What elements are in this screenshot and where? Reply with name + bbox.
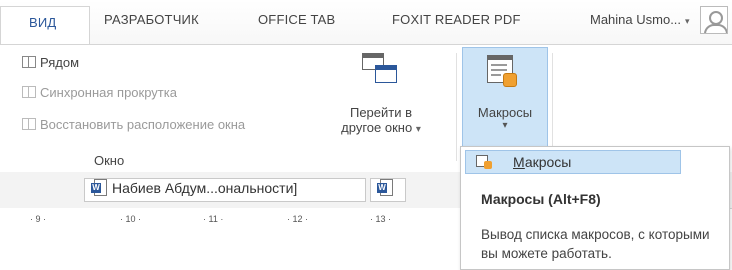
ribbon-tab-bar: ВИД РАЗРАБОТЧИК OFFICE TAB FOXIT READER … <box>0 0 732 44</box>
word-document-icon: W <box>377 179 393 197</box>
switch-windows-label-2: другое окно ▾ <box>341 120 421 135</box>
side-by-side-button[interactable]: Рядом <box>22 55 79 70</box>
macros-icon <box>476 155 492 169</box>
user-name: Mahina Usmo... <box>590 12 682 27</box>
reset-window-label: Восстановить расположение окна <box>40 117 246 132</box>
document-tab-title: Набиев Абдум...ональности] <box>112 180 298 196</box>
macros-button-label: Макросы ▾ <box>462 105 548 131</box>
word-document-icon: W <box>91 179 107 197</box>
tab-developer[interactable]: РАЗРАБОТЧИК <box>104 12 199 27</box>
tab-foxit-reader-pdf[interactable]: FOXIT READER PDF <box>392 12 521 27</box>
avatar[interactable] <box>700 6 728 34</box>
ruler-mark: · 13 · <box>370 214 392 224</box>
macros-dropdown-menu: Макросы Макросы (Alt+F8) Вывод списка ма… <box>460 146 730 270</box>
ruler-mark: · 11 · <box>203 214 224 224</box>
tooltip-description: Вывод списка макросов, с которыми вы мож… <box>481 227 710 261</box>
menu-item-view-macros[interactable]: Макросы <box>465 150 681 174</box>
sync-scroll-icon <box>22 86 36 98</box>
tab-office-tab[interactable]: OFFICE TAB <box>258 12 335 27</box>
tooltip-title: Макросы (Alt+F8) <box>481 191 601 207</box>
ruler-mark: · 12 · <box>287 214 309 224</box>
horizontal-ruler[interactable]: · 9 · · 10 · · 11 · · 12 · · 13 · <box>0 208 460 238</box>
chevron-down-icon: ▾ <box>415 124 421 135</box>
switch-windows-label-1: Перейти в <box>349 105 413 120</box>
ruler-mark: · 10 · <box>120 214 142 224</box>
side-by-side-label: Рядом <box>40 55 80 70</box>
chevron-down-icon: ▾ <box>502 120 508 131</box>
group-divider <box>456 53 457 161</box>
sync-scroll-button[interactable]: Синхронная прокрутка <box>22 85 177 100</box>
group-label-window: Окно <box>94 153 125 168</box>
sync-scroll-label: Синхронная прокрутка <box>40 85 177 100</box>
tab-view-label: ВИД <box>29 15 57 30</box>
reset-window-icon <box>22 118 36 130</box>
gear-icon <box>503 73 517 87</box>
switch-windows-icon <box>362 53 398 85</box>
user-account-menu[interactable]: Mahina Usmo... ▾ <box>590 12 690 27</box>
document-tab[interactable]: W <box>370 178 406 202</box>
reset-window-position-button[interactable]: Восстановить расположение окна <box>22 117 245 132</box>
macros-icon <box>487 55 517 87</box>
switch-windows-button[interactable]: Перейти в другое окно ▾ <box>338 105 424 135</box>
group-divider <box>552 53 553 161</box>
document-tab[interactable]: W Набиев Абдум...ональности] <box>84 178 366 202</box>
tab-view[interactable]: ВИД <box>0 6 90 44</box>
ruler-mark: · 9 · <box>30 214 47 224</box>
side-by-side-icon <box>22 56 36 68</box>
menu-item-label: Макросы <box>513 154 572 170</box>
chevron-down-icon: ▾ <box>685 16 690 26</box>
